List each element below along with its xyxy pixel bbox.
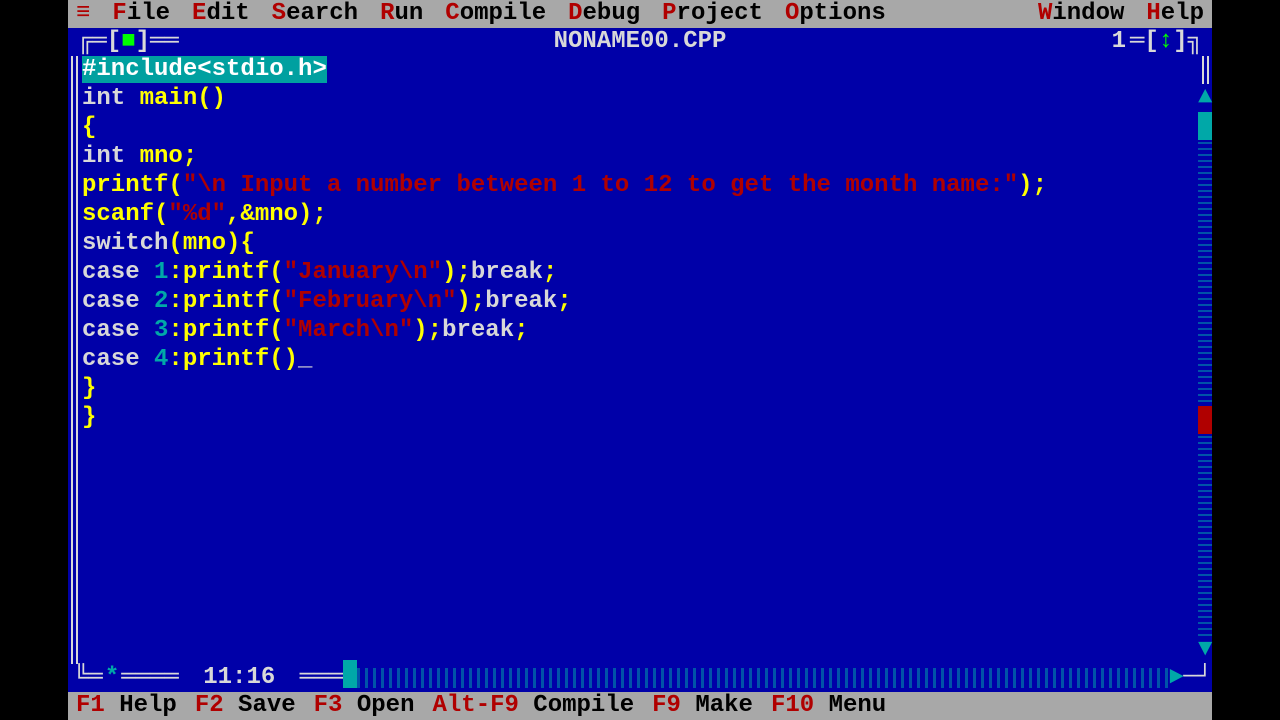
status-help[interactable]: F1 Help xyxy=(76,692,177,720)
code-line: } xyxy=(82,404,1198,433)
code-line: case 3:printf("March\n");break; xyxy=(82,317,1198,346)
scroll-right-icon[interactable]: ► xyxy=(1169,664,1183,692)
menu-project[interactable]: Project xyxy=(662,0,763,28)
close-icon[interactable]: ■ xyxy=(121,28,135,56)
status-open[interactable]: F3 Open xyxy=(314,692,415,720)
code-line: scanf("%d",&mno); xyxy=(82,201,1198,230)
menu-file[interactable]: File xyxy=(112,0,170,28)
status-menu[interactable]: F10 Menu xyxy=(771,692,886,720)
status-compile[interactable]: Alt-F9 Compile xyxy=(432,692,634,720)
code-line: int mno; xyxy=(82,143,1198,172)
status-bar: F1 Help F2 Save F3 Open Alt-F9 Compile F… xyxy=(68,692,1212,720)
menu-bar: ≡ File Edit Search Run Compile Debug Pro… xyxy=(68,0,1212,28)
code-line: } xyxy=(82,375,1198,404)
menu-window[interactable]: Window xyxy=(1038,0,1124,28)
menu-options[interactable]: Options xyxy=(785,0,886,28)
code-line: #include<stdio.h> xyxy=(82,56,327,83)
cursor-position: 11:16 xyxy=(193,664,285,692)
scrollbar-thumb[interactable] xyxy=(343,660,357,688)
status-make[interactable]: F9 Make xyxy=(652,692,753,720)
code-line: switch(mno){ xyxy=(82,230,1198,259)
menu-help[interactable]: Help xyxy=(1146,0,1204,28)
code-line: case 2:printf("February\n");break; xyxy=(82,288,1198,317)
menu-search[interactable]: Search xyxy=(272,0,358,28)
code-line: { xyxy=(82,114,1198,143)
scrollbar-thumb[interactable] xyxy=(1198,112,1212,140)
scroll-marker xyxy=(1198,406,1212,434)
code-line: int main() xyxy=(82,85,1198,114)
code-line: case 1:printf("January\n");break; xyxy=(82,259,1198,288)
code-editor[interactable]: #include<stdio.h> int main() { int mno; … xyxy=(82,56,1198,664)
editor-window: ╔═[■]══ NONAME00.CPP 1 ═[↕]╗ #include<st… xyxy=(68,28,1212,692)
modified-icon: * xyxy=(103,664,121,692)
scroll-down-icon[interactable]: ▼ xyxy=(1198,636,1212,664)
vertical-scrollbar[interactable]: ▲ ▼ xyxy=(1198,84,1212,664)
menu-edit[interactable]: Edit xyxy=(192,0,250,28)
system-menu-icon[interactable]: ≡ xyxy=(76,0,90,28)
menu-run[interactable]: Run xyxy=(380,0,423,28)
zoom-icon[interactable]: ↕ xyxy=(1159,28,1173,56)
horizontal-scrollbar[interactable]: ◄ ► xyxy=(343,664,1183,692)
code-line: case 4:printf()_ xyxy=(82,346,1198,375)
window-title: NONAME00.CPP xyxy=(548,28,733,56)
menu-compile[interactable]: Compile xyxy=(445,0,546,28)
menu-debug[interactable]: Debug xyxy=(568,0,640,28)
status-save[interactable]: F2 Save xyxy=(195,692,296,720)
scroll-up-icon[interactable]: ▲ xyxy=(1198,84,1212,112)
window-number: 1 xyxy=(1108,28,1130,56)
code-line: printf("\n Input a number between 1 to 1… xyxy=(82,172,1198,201)
text-cursor: _ xyxy=(298,346,312,373)
resize-corner-icon[interactable]: ─┘ xyxy=(1183,664,1212,692)
